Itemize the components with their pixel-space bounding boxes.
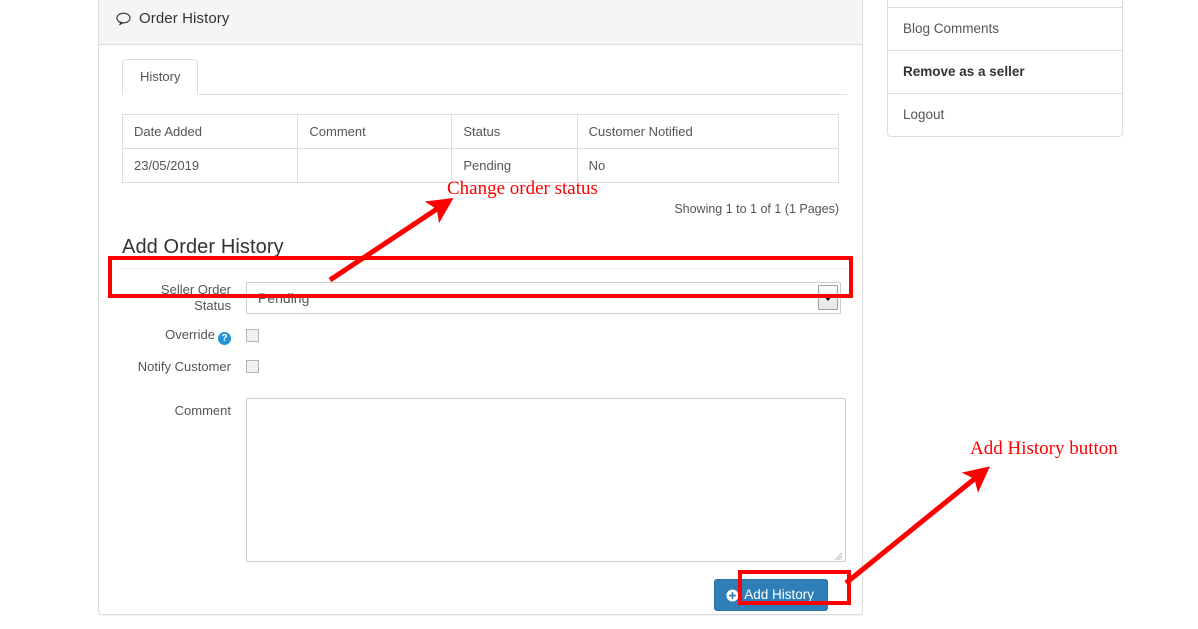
label-override: Override?	[122, 327, 246, 345]
screenshot-root: Order History History Date Added Comment…	[0, 0, 1198, 629]
field-notify-customer	[246, 358, 847, 376]
table-header-row: Date Added Comment Status Customer Notif…	[121, 114, 840, 149]
panel-title-text: Order History	[139, 10, 230, 27]
sidebar-item-blog-comments[interactable]: Blog Comments	[888, 8, 1122, 51]
column-header-date-added: Date Added	[121, 114, 299, 149]
cell-customer-notified: No	[576, 148, 840, 183]
account-sidebar: Blog Blog Comments Remove as a seller Lo…	[887, 0, 1123, 137]
cell-date-added: 23/05/2019	[121, 148, 299, 183]
override-checkbox[interactable]	[246, 329, 259, 343]
arrow-add-history-button	[844, 466, 990, 585]
page-title: Order History	[116, 10, 229, 27]
label-notify-customer: Notify Customer	[137, 359, 231, 374]
sidebar-item-remove-as-a-seller[interactable]: Remove as a seller	[888, 51, 1122, 94]
question-circle-icon[interactable]: ?	[218, 332, 231, 345]
sidebar-item-blog[interactable]: Blog	[888, 0, 1122, 8]
label-override-text: Override	[165, 327, 215, 342]
column-header-comment: Comment	[297, 114, 453, 149]
history-table-head: Date Added Comment Status Customer Notif…	[121, 114, 840, 149]
history-table-wrapper: Date Added Comment Status Customer Notif…	[121, 114, 840, 183]
cell-comment	[297, 148, 453, 183]
sidebar-item-logout[interactable]: Logout	[888, 94, 1122, 136]
form-row-override: Override?	[114, 327, 847, 345]
comment-icon	[116, 12, 131, 26]
comment-textarea-wrapper	[246, 398, 846, 562]
label-comment: Comment	[174, 403, 231, 418]
tab-history[interactable]: History	[122, 59, 199, 95]
history-table: Date Added Comment Status Customer Notif…	[121, 114, 840, 183]
annotation-label-add-history-button: Add History button	[970, 438, 1118, 459]
form-row-notify-customer: Notify Customer	[114, 358, 847, 376]
annotation-highlight-add-history-button	[738, 570, 851, 605]
annotation-label-change-order-status: Change order status	[447, 178, 598, 199]
tab-list: History	[122, 59, 847, 95]
panel-heading: Order History	[99, 0, 862, 45]
column-header-customer-notified: Customer Notified	[576, 114, 840, 149]
column-header-status: Status	[451, 114, 578, 149]
form-row-comment: Comment	[114, 398, 847, 562]
field-override	[246, 327, 847, 345]
tab-history-link[interactable]: History	[122, 59, 199, 95]
order-history-panel: Order History History Date Added Comment…	[98, 0, 863, 615]
comment-textarea[interactable]	[246, 398, 846, 562]
pagination-summary: Showing 1 to 1 of 1 (1 Pages)	[674, 202, 839, 216]
panel-body: History Date Added Comment Status Custom…	[99, 45, 862, 629]
field-comment	[246, 398, 847, 562]
notify-customer-checkbox[interactable]	[246, 360, 259, 374]
annotation-highlight-select-row	[108, 256, 853, 298]
